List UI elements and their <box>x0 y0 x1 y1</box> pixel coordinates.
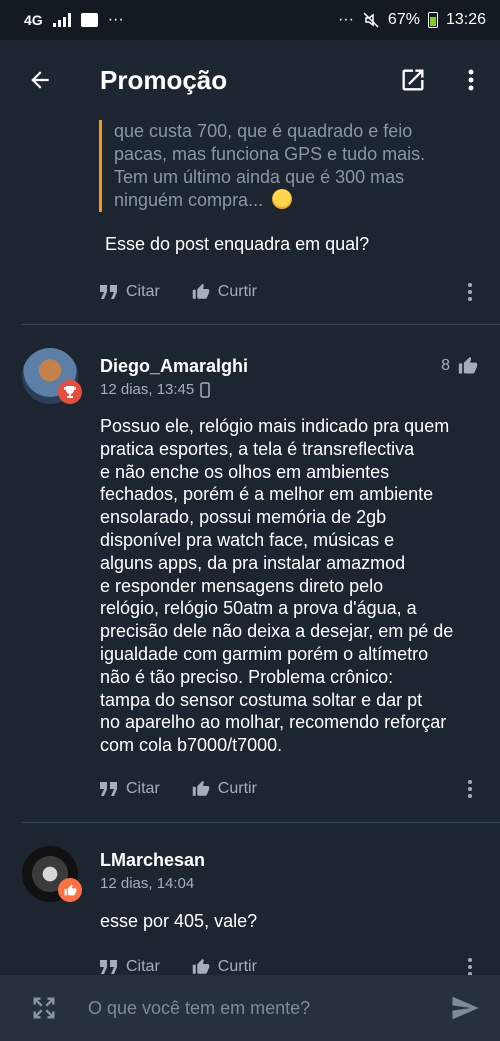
like-button[interactable]: Curtir <box>192 958 257 975</box>
send-icon <box>452 996 479 1020</box>
clock: 13:26 <box>445 11 486 28</box>
network-type: 4G <box>24 12 43 28</box>
quote-icon <box>100 285 117 299</box>
like-badge-icon <box>58 878 82 902</box>
like-count[interactable]: 8 <box>441 356 478 376</box>
open-external-icon <box>402 69 424 91</box>
thumbs-up-icon <box>192 283 210 299</box>
post-actions: Citar Curtir <box>100 277 480 307</box>
status-bar: 4G ··· ··· 67% 13:26 <box>0 0 500 40</box>
post-time: 12 dias, 14:04 <box>100 875 195 892</box>
mobile-device-icon <box>200 381 210 398</box>
like-label: Curtir <box>217 958 257 975</box>
post-body-line: e responder mensagens direto pelo <box>100 575 384 596</box>
expand-editor-button[interactable] <box>0 975 88 1041</box>
battery-icon <box>427 12 438 28</box>
thread-content: que custa 700, que é quadrado e feio pac… <box>0 120 500 975</box>
thumbs-up-icon <box>192 958 210 974</box>
quote-button[interactable]: Citar <box>100 958 160 975</box>
post-body-line: precisão dele não deixa a desejar, em pé… <box>100 621 454 642</box>
post-divider <box>22 822 500 823</box>
reply-input[interactable] <box>88 986 430 1030</box>
post-more-button[interactable] <box>460 779 480 799</box>
quote-label: Citar <box>126 958 160 975</box>
post-body: Possuo ele, relógio mais indicado pra qu… <box>100 415 480 757</box>
quote-button[interactable]: Citar <box>100 780 160 798</box>
open-external-button[interactable] <box>384 40 442 120</box>
post-body-line: Possuo ele, relógio mais indicado pra qu… <box>100 416 450 436</box>
thumbs-up-icon <box>458 356 478 374</box>
send-button[interactable] <box>430 975 500 1041</box>
post-body-line: tampa do sensor costuma soltar e dar pt <box>100 689 423 710</box>
page-title: Promoção <box>100 64 228 95</box>
post-more-button[interactable] <box>460 957 480 975</box>
quote-label: Citar <box>126 780 160 797</box>
post-body-line: não é tão preciso. Problema crônico: <box>100 666 394 687</box>
trophy-badge-icon <box>58 380 82 404</box>
signal-icon <box>52 13 71 27</box>
post-time: 12 dias, 13:45 <box>100 381 195 398</box>
post-body-line: relógio, relógio 50atm a prova d'água, a <box>100 598 417 619</box>
post-body-line: disponível pra watch face, músicas e <box>100 529 395 550</box>
post-body-line: alguns apps, da pra instalar amazmod <box>100 552 406 573</box>
battery-percent: 67% <box>387 11 420 28</box>
back-button[interactable] <box>0 40 80 120</box>
thumbs-up-icon <box>192 780 210 796</box>
post-meta: 12 dias, 13:45 <box>100 381 210 398</box>
message-notification-icon <box>80 13 98 27</box>
more-vertical-icon <box>468 780 472 798</box>
like-button[interactable]: Curtir <box>192 780 257 798</box>
more-vertical-icon <box>468 283 472 301</box>
author-name[interactable]: Diego_Amaralghi <box>100 356 248 377</box>
like-label: Curtir <box>217 780 257 797</box>
post-body-line: igualdade com garmim porém o altímetro <box>100 643 429 664</box>
overflow-menu-button[interactable] <box>442 40 500 120</box>
post-body-line: no aparelho ao molhar, recomendo reforça… <box>100 712 447 733</box>
quoted-text: que custa 700, que é quadrado e feio pac… <box>99 120 459 212</box>
like-label: Curtir <box>217 283 257 300</box>
more-notifications-icon: ··· <box>107 11 124 28</box>
quote-icon <box>100 782 117 796</box>
post-body-line: pratica esportes, a tela é transreflecti… <box>100 438 415 459</box>
author-name[interactable]: LMarchesan <box>100 850 205 871</box>
post-body-line: com cola b7000/t7000. <box>100 735 283 756</box>
quote-label: Citar <box>126 283 160 300</box>
like-button[interactable]: Curtir <box>192 283 257 301</box>
expand-icon <box>33 997 55 1019</box>
mute-icon <box>363 12 379 28</box>
reply-composer <box>0 975 500 1041</box>
post-actions: Citar Curtir <box>100 774 480 804</box>
post-actions: Citar Curtir <box>100 952 480 975</box>
smiling-emoji-icon <box>272 189 293 209</box>
post-body-line: ensolarado, possui memória de 2gb <box>100 507 387 528</box>
like-count-value: 8 <box>441 357 450 374</box>
post-meta: 12 dias, 14:04 <box>100 875 194 892</box>
app-bar: Promoção <box>0 40 500 120</box>
arrow-left-icon <box>31 71 49 89</box>
quote-icon <box>100 960 117 974</box>
post-divider <box>22 324 500 325</box>
status-more-icon: ··· <box>337 11 354 28</box>
post-body-line: e não enche os olhos em ambientes <box>100 461 390 482</box>
post-more-button[interactable] <box>460 282 480 302</box>
post-text: Esse do post enquadra em qual? <box>105 234 370 254</box>
quote-body: que custa 700, que é quadrado e feio pac… <box>114 121 426 210</box>
more-vertical-icon <box>468 69 474 91</box>
quote-button[interactable]: Citar <box>100 283 160 301</box>
post-body: esse por 405, vale? <box>100 911 258 931</box>
post-body-line: fechados, porém é a melhor em ambiente <box>100 484 434 505</box>
more-vertical-icon <box>468 958 472 975</box>
